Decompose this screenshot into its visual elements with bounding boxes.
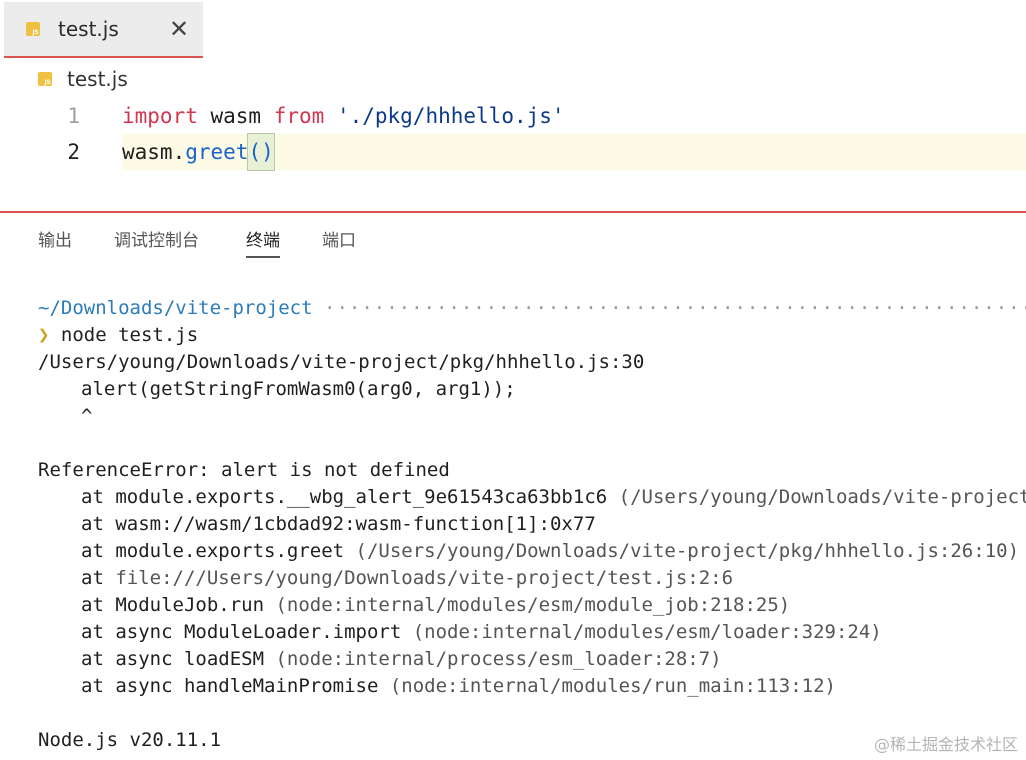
string-token: './pkg/hhhello.js': [336, 104, 565, 128]
stack-frame-fn: at async ModuleLoader.import: [81, 621, 413, 643]
terminal-prompt-line: ~/Downloads/vite-project ···············…: [38, 295, 1026, 322]
identifier-token: wasm: [122, 140, 173, 164]
prompt-arrow-icon: ❯: [38, 324, 50, 346]
stack-frame-fn: at async handleMainPromise: [81, 675, 390, 697]
stack-frame-location: (node:internal/process/esm_loader:28:7): [275, 648, 722, 670]
panel-divider[interactable]: [0, 211, 1026, 213]
code-line-current: 2 wasm.greet(): [0, 133, 1026, 171]
stack-frame-fn: at module.exports.greet: [81, 540, 356, 562]
prompt-path: ~/Downloads/vite-project: [38, 297, 313, 319]
stack-frame: at wasm://wasm/1cbdad92:wasm-function[1]…: [38, 511, 596, 538]
terminal-command: node test.js: [60, 324, 199, 346]
tab-output[interactable]: 输出: [38, 230, 72, 256]
line-number: 1: [67, 104, 80, 128]
stack-frame: at file:///Users/young/Downloads/vite-pr…: [38, 565, 733, 592]
code-editor[interactable]: 1 import wasm from './pkg/hhhello.js' 2 …: [0, 98, 1026, 178]
terminal-line: ^: [81, 405, 93, 427]
tab-terminal[interactable]: 终端: [246, 230, 280, 258]
tab-debug-console[interactable]: 调试控制台: [114, 230, 199, 256]
code-line: 1 import wasm from './pkg/hhhello.js': [0, 98, 1026, 134]
stack-frame: at async handleMainPromise (node:interna…: [38, 673, 836, 700]
prompt-filler: ········································…: [324, 297, 1026, 319]
stack-frame-fn: at module.exports.__wbg_alert_9e61543ca6…: [81, 486, 619, 508]
editor-tab-test-js[interactable]: JS test.js ✕: [4, 2, 203, 58]
breadcrumb-file[interactable]: test.js: [67, 67, 128, 91]
editor-tab-bar: JS test.js ✕: [0, 0, 1026, 60]
stack-frame-location[interactable]: file:///Users/young/Downloads/vite-proje…: [115, 567, 733, 589]
close-icon[interactable]: ✕: [167, 16, 191, 42]
stack-frame: at async ModuleLoader.import (node:inter…: [38, 619, 882, 646]
terminal-output[interactable]: ~/Downloads/vite-project ···············…: [38, 295, 1026, 760]
stack-frame-location: (node:internal/modules/run_main:113:12): [389, 675, 836, 697]
tab-label: test.js: [58, 17, 119, 41]
panel-tab-bar: 输出 调试控制台 终端 端口: [0, 222, 1026, 264]
function-token: greet: [185, 140, 249, 164]
stack-frame-fn: at wasm://wasm/1cbdad92:wasm-function[1]…: [81, 513, 596, 535]
app-window: JS test.js ✕ JS test.js 1 import wasm fr…: [0, 0, 1026, 760]
stack-frame-location: (node:internal/modules/esm/loader:329:24…: [412, 621, 882, 643]
watermark: @稀土掘金技术社区: [873, 735, 1018, 754]
identifier-token: wasm: [197, 104, 274, 128]
stack-frame-location: (/Users/young/Downloads/vite-project/pk: [618, 486, 1026, 508]
js-file-icon: JS: [38, 72, 52, 86]
stack-frame: at async loadESM (node:internal/process/…: [38, 646, 722, 673]
code-text: import wasm from './pkg/hhhello.js': [122, 98, 565, 134]
breadcrumb: JS test.js: [0, 62, 1026, 96]
stack-frame-location: (/Users/young/Downloads/vite-project/pkg…: [355, 540, 1020, 562]
terminal-line: alert(getStringFromWasm0(arg0, arg1));: [81, 378, 516, 400]
keyword-token: from: [273, 104, 325, 128]
tab-ports[interactable]: 端口: [322, 230, 356, 256]
stack-frame: at module.exports.greet (/Users/young/Do…: [38, 538, 1019, 565]
stack-frame-fn: at async loadESM: [81, 648, 276, 670]
node-version: Node.js v20.11.1: [38, 729, 222, 751]
stack-frame: at module.exports.__wbg_alert_9e61543ca6…: [38, 484, 1026, 511]
bracket-match-highlight: (): [247, 133, 275, 171]
stack-frame-location: (node:internal/modules/esm/module_job:21…: [275, 594, 791, 616]
stack-frame-fn: at ModuleJob.run: [81, 594, 276, 616]
stack-frame: at ModuleJob.run (node:internal/modules/…: [38, 592, 790, 619]
terminal-command-line: ❯ node test.js: [38, 322, 198, 349]
terminal-line: /Users/young/Downloads/vite-project/pkg/…: [38, 351, 645, 373]
js-file-icon: JS: [26, 22, 40, 36]
error-message: ReferenceError: alert is not defined: [38, 459, 450, 481]
keyword-token: import: [122, 104, 198, 128]
dot-token: .: [172, 140, 186, 164]
code-text: wasm.greet(): [122, 133, 275, 171]
stack-frame-fn: at: [81, 567, 116, 589]
line-number: 2: [67, 140, 80, 164]
